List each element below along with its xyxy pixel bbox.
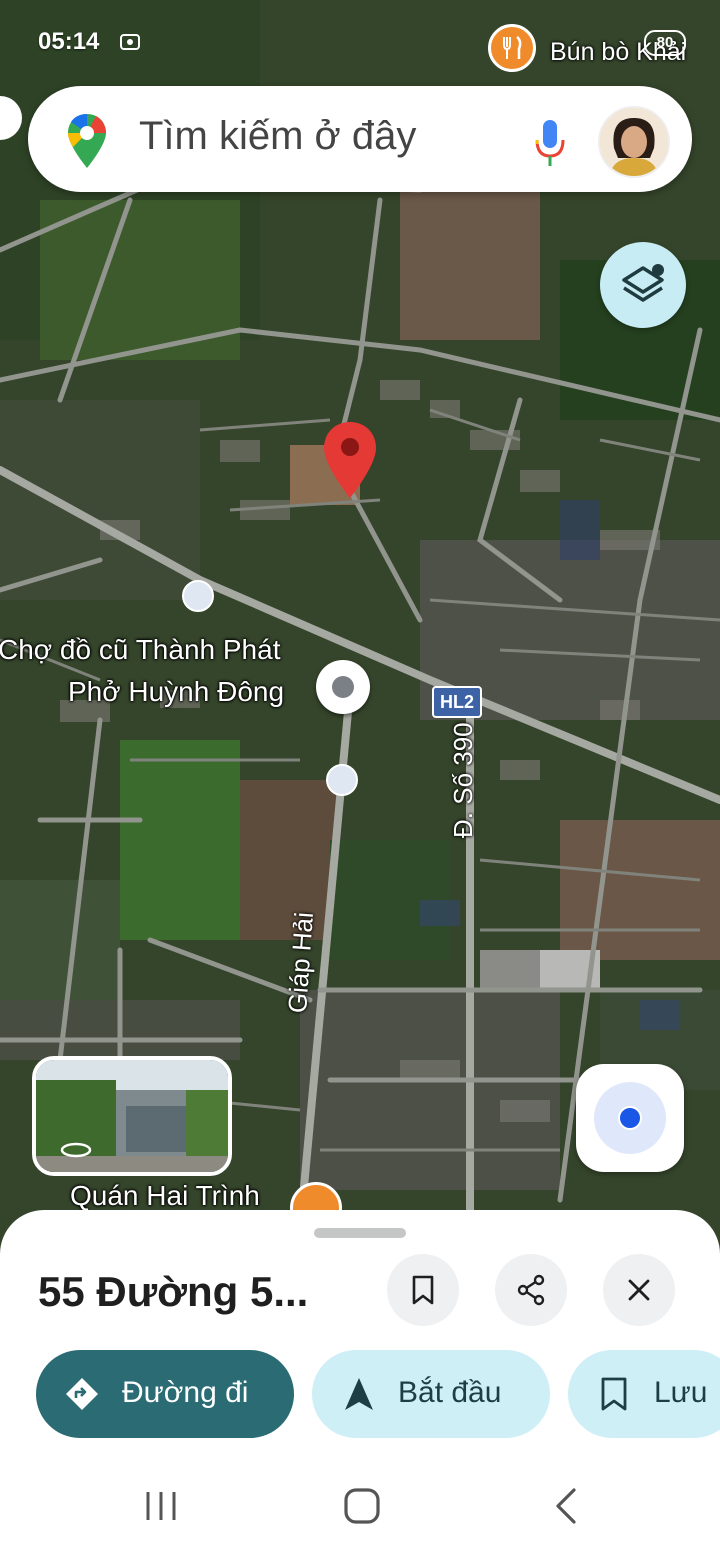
location-poi-icon[interactable] <box>316 660 370 714</box>
road-shield-hl2: HL2 <box>432 686 482 718</box>
save-label: Lưu <box>654 1376 708 1409</box>
restaurant-poi-icon[interactable] <box>488 24 536 72</box>
status-bar: 05:14 Bún bò Khải 80 <box>0 0 720 80</box>
bus-stop-icon[interactable] <box>182 580 214 612</box>
location-dot-icon <box>618 1106 642 1130</box>
screen-record-icon <box>120 34 140 50</box>
layers-button[interactable] <box>600 242 686 328</box>
road-label-duong-so-390: Đ. Số 390 <box>448 722 478 838</box>
start-label: Bắt đầu <box>398 1376 502 1409</box>
battery-indicator: 80 <box>644 30 686 56</box>
directions-button[interactable]: Đường đi <box>36 1350 294 1438</box>
directions-icon <box>66 1378 98 1410</box>
layers-icon <box>622 264 664 302</box>
bus-stop-icon[interactable] <box>326 764 358 796</box>
bookmark-icon <box>601 1377 627 1411</box>
search-input[interactable]: Tìm kiếm ở đây <box>139 114 416 159</box>
directions-label: Đường đi <box>122 1376 249 1409</box>
share-button[interactable] <box>495 1254 567 1326</box>
sheet-drag-handle[interactable] <box>314 1228 406 1238</box>
navigation-arrow-icon <box>345 1378 373 1410</box>
street-view-thumbnail[interactable] <box>32 1056 232 1176</box>
microphone-icon[interactable] <box>532 118 568 168</box>
save-chip-button[interactable]: Lưu <box>568 1350 720 1438</box>
place-title: 55 Đường 5... <box>38 1268 309 1315</box>
status-time: 05:14 <box>38 28 100 55</box>
map-label-pho-huynh-dong[interactable]: Phở Huỳnh Đông <box>68 676 284 708</box>
close-button[interactable] <box>603 1254 675 1326</box>
save-bookmark-button[interactable] <box>387 1254 459 1326</box>
dropped-pin-icon[interactable] <box>322 420 378 500</box>
share-icon <box>517 1274 545 1306</box>
account-avatar[interactable] <box>598 106 670 178</box>
recent-apps-icon[interactable] <box>142 1488 180 1524</box>
map-label-quan-hai-trinh[interactable]: Quán Hai Trình <box>70 1180 260 1212</box>
home-icon[interactable] <box>342 1486 382 1526</box>
close-icon <box>628 1279 650 1301</box>
system-navigation-bar <box>0 1462 720 1561</box>
google-maps-pin-icon <box>68 114 106 168</box>
back-icon[interactable] <box>550 1486 580 1526</box>
my-location-button[interactable] <box>576 1064 684 1172</box>
search-bar[interactable]: Tìm kiếm ở đây <box>28 86 692 192</box>
rotate-360-icon <box>60 1142 92 1158</box>
start-button[interactable]: Bắt đầu <box>312 1350 550 1438</box>
bookmark-icon <box>412 1275 434 1305</box>
map-label-cho-do-cu[interactable]: Chợ đồ cũ Thành Phát <box>0 634 280 666</box>
